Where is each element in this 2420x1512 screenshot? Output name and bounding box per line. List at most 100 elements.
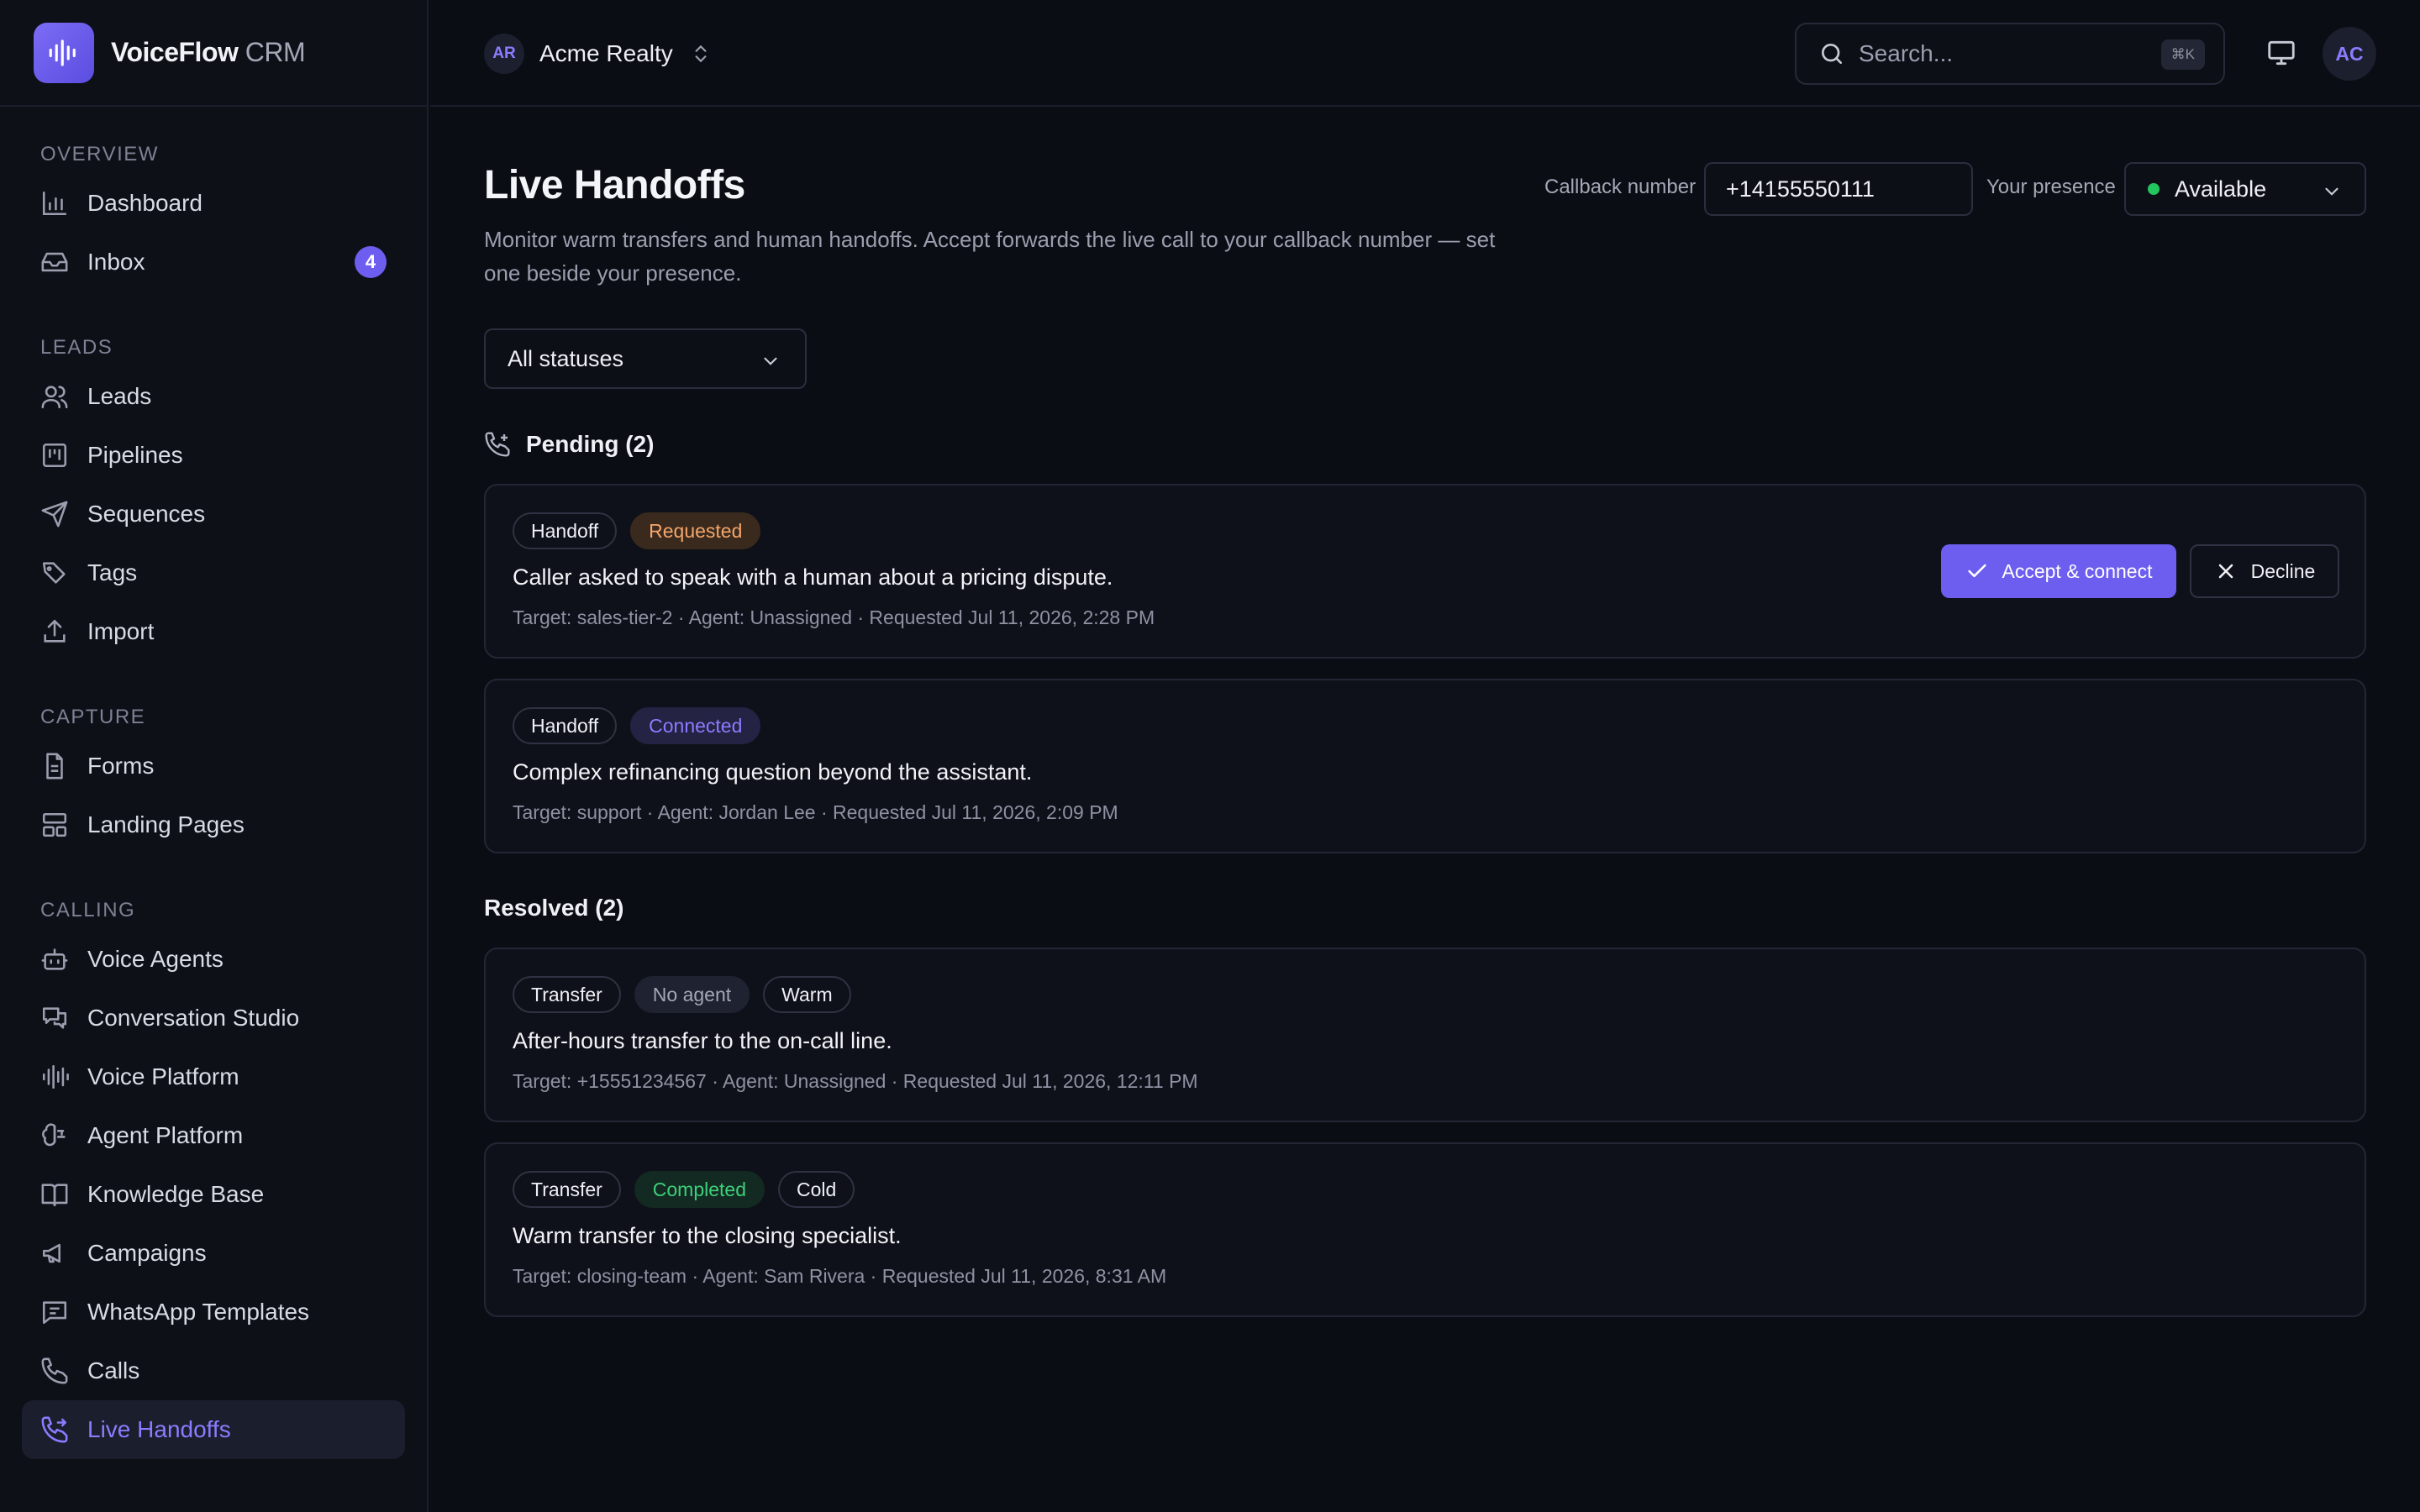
brand[interactable]: VoiceFlow CRM xyxy=(0,0,427,107)
layout-icon xyxy=(40,811,69,839)
sidebar-item-label: Forms xyxy=(87,753,155,779)
sidebar-item-tags[interactable]: Tags xyxy=(22,543,405,602)
sidebar-item-whatsapp-templates[interactable]: WhatsApp Templates xyxy=(22,1283,405,1341)
brain-icon xyxy=(40,1121,69,1150)
handoff-meta: Target: support · Agent: Jordan Lee · Re… xyxy=(513,801,1118,823)
section-label-overview: OVERVIEW xyxy=(40,143,159,165)
sidebar-item-label: Import xyxy=(87,618,155,644)
inbox-count-badge: 4 xyxy=(355,246,387,278)
brand-name: VoiceFlow CRM xyxy=(111,37,306,68)
sidebar-item-label: Agent Platform xyxy=(87,1122,244,1148)
search-input[interactable] xyxy=(1859,40,2144,67)
tags-icon xyxy=(40,559,69,587)
sidebar-item-voice-agents[interactable]: Voice Agents xyxy=(22,930,405,989)
sidebar-nav: OVERVIEW Dashboard Inbox 4 LEADS Leads P… xyxy=(0,107,427,1459)
resolved-section-heading: Resolved (2) xyxy=(484,895,624,921)
chevron-down-icon xyxy=(760,350,781,372)
sidebar-item-calls[interactable]: Calls xyxy=(22,1341,405,1400)
waveform-logo-icon xyxy=(34,22,94,83)
sidebar-item-forms[interactable]: Forms xyxy=(22,737,405,795)
handoff-meta: Target: +15551234567 · Agent: Unassigned… xyxy=(513,1070,1198,1092)
presence-select[interactable]: Available xyxy=(2124,162,2366,216)
sidebar-item-leads[interactable]: Leads xyxy=(22,367,405,426)
sidebar-item-conversation-studio[interactable]: Conversation Studio xyxy=(22,989,405,1047)
callback-number-field[interactable] xyxy=(1704,162,1973,216)
type-tag: Handoff xyxy=(513,707,618,744)
callback-number-label: Callback number xyxy=(1544,176,1697,198)
inbox-icon xyxy=(40,248,69,276)
phone-icon xyxy=(40,1357,69,1385)
sidebar-item-knowledge-base[interactable]: Knowledge Base xyxy=(22,1165,405,1224)
sidebar-item-label: Dashboard xyxy=(87,190,203,216)
sidebar-item-sequences[interactable]: Sequences xyxy=(22,485,405,543)
status-tag: Requested xyxy=(630,512,761,549)
kanban-icon xyxy=(40,441,69,470)
decline-button[interactable]: Decline xyxy=(2190,544,2339,598)
bar-chart-icon xyxy=(40,189,69,218)
sidebar-item-pipelines[interactable]: Pipelines xyxy=(22,426,405,485)
book-icon xyxy=(40,1180,69,1209)
presence-status-dot xyxy=(2148,183,2160,195)
handoff-meta: Target: sales-tier-2 · Agent: Unassigned… xyxy=(513,606,1155,628)
decline-label: Decline xyxy=(2250,559,2316,582)
presence-value: Available xyxy=(2175,176,2267,202)
users-icon xyxy=(40,382,69,411)
monitor-icon[interactable] xyxy=(2265,37,2297,69)
brand-name-bold: VoiceFlow xyxy=(111,37,239,67)
section-label-capture: CAPTURE xyxy=(40,706,146,728)
type-tag: Transfer xyxy=(513,1171,621,1208)
sidebar-item-landing-pages[interactable]: Landing Pages xyxy=(22,795,405,854)
message-square-icon xyxy=(40,1298,69,1326)
handoff-reason: Warm transfer to the closing specialist. xyxy=(513,1223,902,1248)
sidebar-item-label: Conversation Studio xyxy=(87,1005,300,1031)
search-icon xyxy=(1818,40,1845,67)
search-box[interactable]: ⌘K xyxy=(1795,23,2225,85)
handoff-card: Handoff Connected Complex refinancing qu… xyxy=(484,679,2366,853)
accept-connect-button[interactable]: Accept & connect xyxy=(1941,544,2176,598)
sidebar-item-label: Pipelines xyxy=(87,442,183,468)
handoff-reason: Caller asked to speak with a human about… xyxy=(513,564,1113,590)
status-filter-select[interactable]: All statuses xyxy=(484,328,807,389)
upload-icon xyxy=(40,617,69,646)
sidebar-item-dashboard[interactable]: Dashboard xyxy=(22,174,405,233)
sidebar-item-label: Tags xyxy=(87,559,138,585)
user-avatar[interactable]: AC xyxy=(2323,27,2376,81)
page-description: Monitor warm transfers and human handoff… xyxy=(484,227,1496,286)
messages-icon xyxy=(40,1004,69,1032)
sidebar-item-live-handoffs[interactable]: Live Handoffs xyxy=(22,1400,405,1459)
close-icon xyxy=(2214,559,2238,583)
handoff-card: Transfer No agent Warm After-hours trans… xyxy=(484,948,2366,1122)
type-tag: Transfer xyxy=(513,976,621,1013)
phone-incoming-icon xyxy=(484,431,511,458)
sidebar-item-label: Knowledge Base xyxy=(87,1181,265,1207)
type-tag: Handoff xyxy=(513,512,618,549)
handoff-tags: Handoff Connected xyxy=(513,707,761,744)
section-label-leads: LEADS xyxy=(40,336,113,359)
org-switcher[interactable]: AR Acme Realty xyxy=(484,34,712,74)
sidebar-item-label: Calls xyxy=(87,1357,140,1383)
audio-lines-icon xyxy=(40,1063,69,1091)
section-label-calling: CALLING xyxy=(40,899,136,921)
sidebar-item-voice-platform[interactable]: Voice Platform xyxy=(22,1047,405,1106)
sidebar-item-label: Campaigns xyxy=(87,1240,207,1266)
presence-label: Your presence xyxy=(1986,176,2116,198)
sidebar-item-label: Inbox xyxy=(87,249,145,275)
handoff-tags: Handoff Requested xyxy=(513,512,761,549)
sidebar-item-label: Voice Agents xyxy=(87,946,224,972)
sidebar-item-import[interactable]: Import xyxy=(22,602,405,661)
handoff-reason: Complex refinancing question beyond the … xyxy=(513,759,1033,785)
resolved-heading-text: Resolved (2) xyxy=(484,895,624,921)
sidebar: VoiceFlow CRM OVERVIEW Dashboard Inbox 4… xyxy=(0,0,429,1512)
sidebar-item-inbox[interactable]: Inbox 4 xyxy=(22,233,405,291)
search-shortcut-hint: ⌘K xyxy=(2160,39,2205,70)
handoff-tags: Transfer No agent Warm xyxy=(513,976,851,1013)
sidebar-item-label: Voice Platform xyxy=(87,1063,239,1089)
sidebar-item-campaigns[interactable]: Campaigns xyxy=(22,1224,405,1283)
sidebar-item-label: Live Handoffs xyxy=(87,1416,231,1442)
transfer-mode-tag: Warm xyxy=(763,976,851,1013)
sidebar-item-label: Leads xyxy=(87,383,152,409)
sidebar-item-agent-platform[interactable]: Agent Platform xyxy=(22,1106,405,1165)
brand-name-light: CRM xyxy=(245,37,306,67)
phone-forwarded-icon xyxy=(40,1415,69,1444)
bot-icon xyxy=(40,945,69,974)
